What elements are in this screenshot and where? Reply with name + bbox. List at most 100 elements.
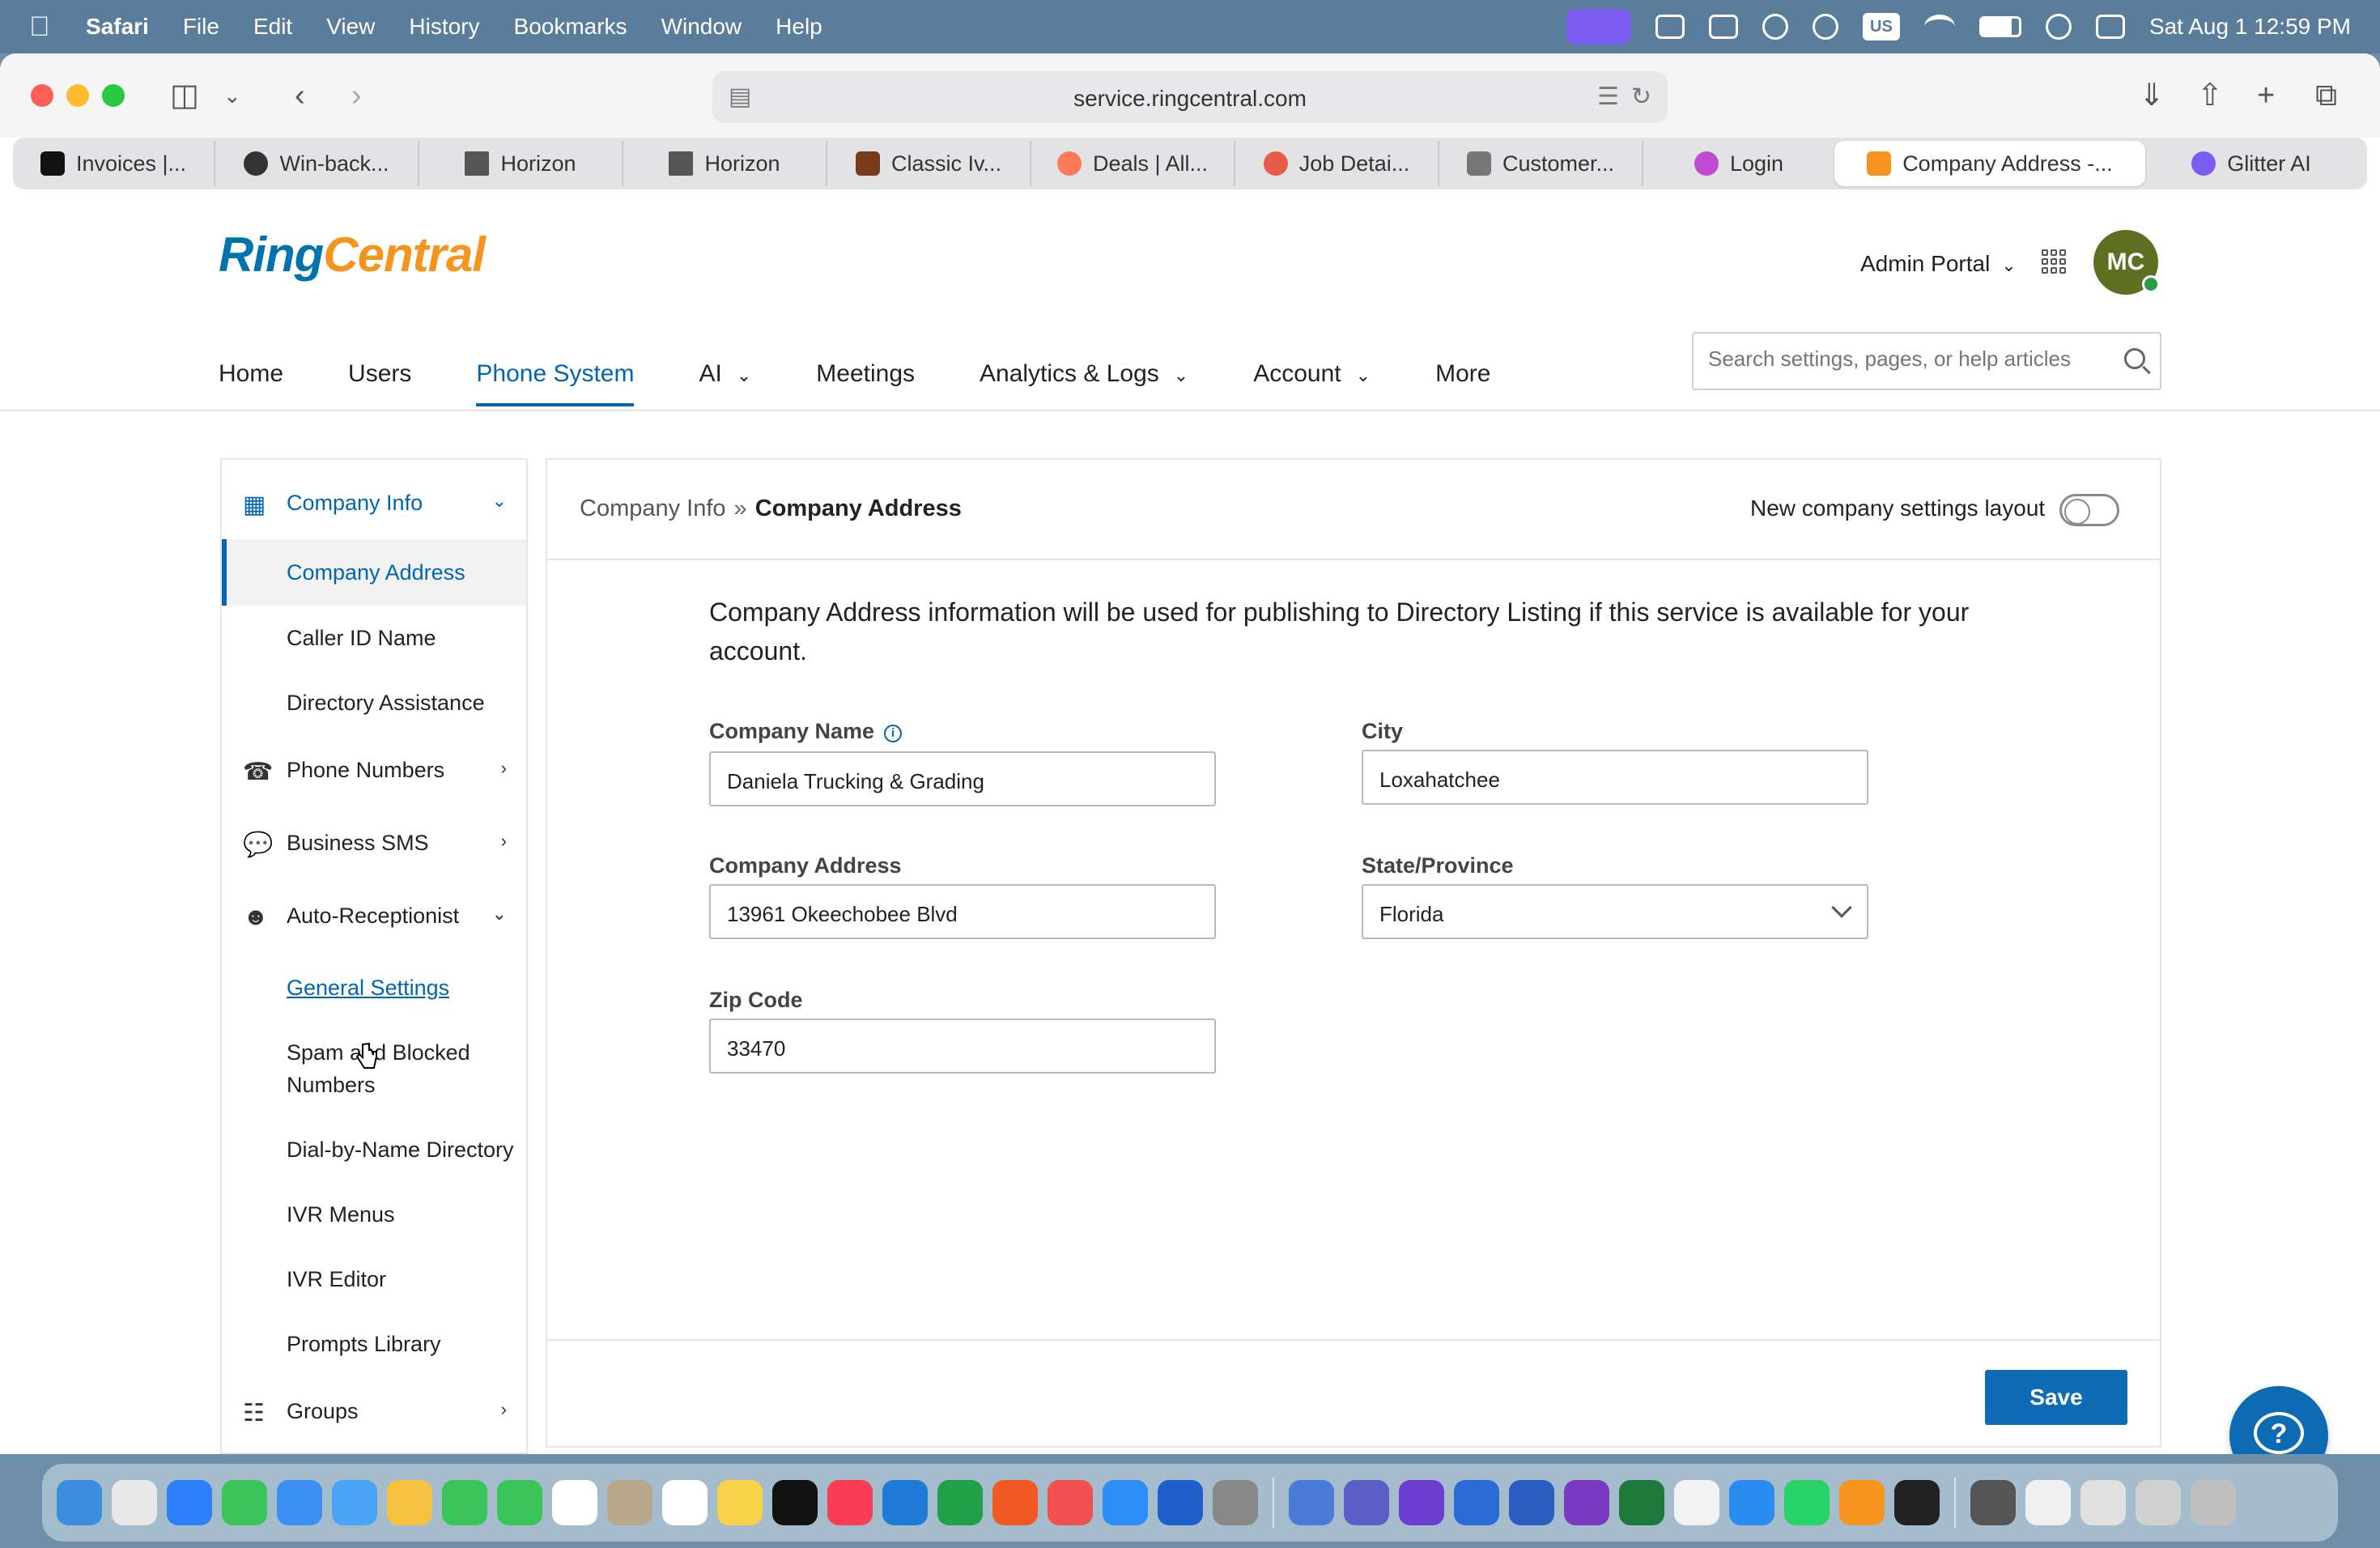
- dock-app-icon[interactable]: [1289, 1480, 1334, 1525]
- minimize-window-button[interactable]: [66, 84, 89, 107]
- sidebar-item-company-address[interactable]: Company Address: [222, 539, 526, 606]
- dock-app-icon[interactable]: [882, 1480, 928, 1525]
- dock-app-icon[interactable]: [1674, 1480, 1719, 1525]
- new-layout-toggle[interactable]: [2059, 494, 2119, 526]
- dock-app-icon[interactable]: [1839, 1480, 1885, 1525]
- tab-win-back[interactable]: Win-back...: [215, 141, 419, 186]
- dock-app-icon[interactable]: [992, 1480, 1038, 1525]
- wifi-icon[interactable]: [1923, 15, 1955, 39]
- zip-code-field[interactable]: [709, 1019, 1216, 1074]
- sidebar-group-auto-receptionist[interactable]: ☻ Auto-Receptionist ⌄: [222, 904, 526, 936]
- dock-app-icon[interactable]: [662, 1480, 708, 1525]
- control-center-icon[interactable]: [2095, 15, 2125, 39]
- sidebar-item-general-settings[interactable]: General Settings: [222, 972, 526, 1004]
- user-avatar[interactable]: MC: [2093, 230, 2160, 295]
- dock-app-icon[interactable]: [332, 1480, 377, 1525]
- breadcrumb-company-info[interactable]: Company Info: [580, 495, 726, 521]
- sidebar-item-prompts-library[interactable]: Prompts Library: [222, 1328, 526, 1360]
- dock-app-icon[interactable]: [112, 1480, 157, 1525]
- menu-file[interactable]: File: [183, 14, 219, 40]
- tab-job-details[interactable]: Job Detai...: [1235, 141, 1439, 186]
- nav-account[interactable]: Account ⌄: [1253, 329, 1371, 406]
- screen-share-icon[interactable]: [1566, 9, 1631, 45]
- dock-app-icon[interactable]: [1399, 1480, 1444, 1525]
- search-icon[interactable]: [2124, 348, 2145, 369]
- nav-more[interactable]: More: [1435, 329, 1490, 406]
- city-input[interactable]: [1379, 768, 1849, 793]
- menu-app-safari[interactable]: Safari: [86, 14, 149, 40]
- tab-company-address[interactable]: Company Address -...: [1834, 141, 2145, 186]
- keyboard-input-badge[interactable]: US: [1862, 13, 1900, 40]
- city-field[interactable]: [1362, 750, 1868, 805]
- zoom-window-button[interactable]: [102, 84, 125, 107]
- dock-app-icon[interactable]: [2025, 1480, 2071, 1525]
- dock-app-icon[interactable]: [827, 1480, 873, 1525]
- tab-login[interactable]: Login: [1643, 141, 1834, 186]
- downloads-icon[interactable]: ⇓: [2139, 76, 2165, 115]
- tab-glitter-ai[interactable]: Glitter AI: [2145, 141, 2357, 186]
- url-text[interactable]: service.ringcentral.com: [712, 86, 1668, 112]
- teams-status-icon[interactable]: [1655, 15, 1685, 39]
- dock-app-icon[interactable]: [1048, 1480, 1093, 1525]
- dock-app-icon[interactable]: [1619, 1480, 1664, 1525]
- dock-app-icon[interactable]: [2080, 1480, 2126, 1525]
- dock-app-icon[interactable]: [1213, 1480, 1258, 1525]
- nav-ai[interactable]: AI ⌄: [699, 329, 751, 406]
- sidebar-item-caller-id-name[interactable]: Caller ID Name: [222, 622, 526, 654]
- dock-app-icon[interactable]: [277, 1480, 322, 1525]
- dock-app-icon[interactable]: [772, 1480, 818, 1525]
- dock-app-icon[interactable]: [1509, 1480, 1554, 1525]
- sidebar-group-phone-numbers[interactable]: ☎ Phone Numbers ›: [222, 758, 526, 790]
- sidebar-group-business-sms[interactable]: 💬 Business SMS ›: [222, 831, 526, 863]
- forward-arrow-icon[interactable]: ›: [351, 76, 362, 115]
- menu-bookmarks[interactable]: Bookmarks: [514, 14, 627, 40]
- outlook-status-icon[interactable]: [1708, 15, 1738, 39]
- dock-app-icon[interactable]: [2191, 1480, 2236, 1525]
- dock-app-icon[interactable]: [1103, 1480, 1148, 1525]
- dock-app-icon[interactable]: [57, 1480, 102, 1525]
- sidebar-group-company-info[interactable]: ▦ Company Info ⌄: [222, 491, 526, 523]
- dock-app-icon[interactable]: [1970, 1480, 2016, 1525]
- tab-group-chevron-icon[interactable]: ⌄: [223, 76, 241, 115]
- state-select-value[interactable]: [1379, 902, 1849, 927]
- dock-app-icon[interactable]: [1729, 1480, 1774, 1525]
- tab-deals[interactable]: Deals | All...: [1031, 141, 1235, 186]
- company-address-input[interactable]: [727, 902, 1196, 927]
- menu-view[interactable]: View: [326, 14, 375, 40]
- dock-app-icon[interactable]: [1894, 1480, 1940, 1525]
- company-name-input[interactable]: [727, 769, 1196, 794]
- nav-meetings[interactable]: Meetings: [816, 329, 915, 406]
- tab-customer[interactable]: Customer...: [1439, 141, 1643, 186]
- new-tab-icon[interactable]: +: [2257, 76, 2275, 115]
- settings-search[interactable]: [1692, 332, 2161, 390]
- dock-app-icon[interactable]: [1564, 1480, 1609, 1525]
- sidebar-item-ivr-editor[interactable]: IVR Editor: [222, 1263, 526, 1295]
- dock-app-icon[interactable]: [937, 1480, 983, 1525]
- apple-menu-icon[interactable]: : [29, 11, 62, 43]
- play-icon[interactable]: [1812, 14, 1838, 40]
- address-bar[interactable]: ▤ service.ringcentral.com ☰ ↻: [712, 71, 1668, 123]
- nav-analytics-logs[interactable]: Analytics & Logs ⌄: [980, 329, 1188, 406]
- grammarly-icon[interactable]: [1762, 14, 1788, 40]
- nav-users[interactable]: Users: [348, 329, 411, 406]
- tab-invoices[interactable]: Invoices |...: [13, 141, 215, 186]
- tab-classic[interactable]: Classic Iv...: [827, 141, 1031, 186]
- share-icon[interactable]: ⇧: [2197, 76, 2223, 115]
- menu-bar-clock[interactable]: Sat Aug 1 12:59 PM: [2149, 14, 2351, 40]
- dock-app-icon[interactable]: [1344, 1480, 1389, 1525]
- sidebar-toggle-icon[interactable]: ◫: [170, 76, 199, 115]
- state-select[interactable]: [1362, 884, 1868, 939]
- dock-app-icon[interactable]: [167, 1480, 212, 1525]
- dock-app-icon[interactable]: [607, 1480, 652, 1525]
- translate-icon[interactable]: ☰: [1597, 83, 1619, 111]
- battery-icon[interactable]: [1978, 16, 2021, 37]
- ringcentral-logo[interactable]: RingCentral: [219, 227, 486, 283]
- tab-horizon-2[interactable]: Horizon: [623, 141, 827, 186]
- close-window-button[interactable]: [31, 84, 53, 107]
- dock-app-icon[interactable]: [442, 1480, 487, 1525]
- reload-icon[interactable]: ↻: [1631, 83, 1651, 111]
- dock-app-icon[interactable]: [1158, 1480, 1203, 1525]
- save-button[interactable]: Save: [1985, 1370, 2127, 1425]
- dock-app-icon[interactable]: [2136, 1480, 2181, 1525]
- dock-app-icon[interactable]: [1784, 1480, 1830, 1525]
